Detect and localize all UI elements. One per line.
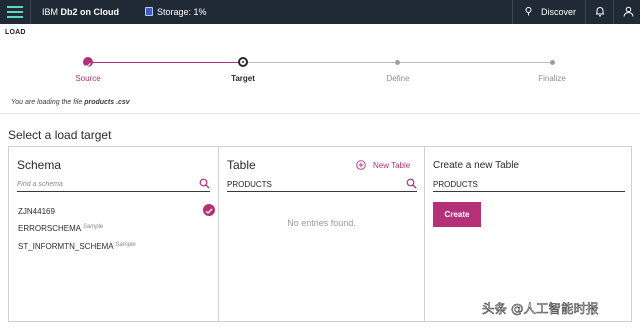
loading-filename: products .csv <box>84 99 130 106</box>
plus-circle-icon <box>356 160 366 170</box>
bell-icon[interactable] <box>595 6 605 17</box>
divider <box>0 113 640 114</box>
hamburger-menu-icon[interactable] <box>6 3 24 21</box>
schema-item-name: ERRORSCHEMA <box>18 224 81 233</box>
table-name-field <box>433 178 625 192</box>
table-search-input[interactable] <box>227 178 417 191</box>
product-name: IBM Db2 on Cloud <box>42 7 119 17</box>
topbar-divider <box>512 0 513 24</box>
storage-icon <box>145 7 153 16</box>
step-finalize-pending-icon <box>550 60 555 65</box>
step-define-pending-icon <box>395 60 400 65</box>
table-name-input[interactable] <box>433 178 625 191</box>
step-source-label: Source <box>75 74 101 83</box>
schema-item-st-informtn-schema[interactable]: ST_INFORMTN_SCHEMA Sample <box>18 242 136 251</box>
new-table-label: New Table <box>373 161 411 170</box>
watermark: 头条 @人工智能时报 <box>482 301 599 317</box>
step-target-current-icon <box>238 57 248 67</box>
create-table-panel: Create a new Table Create <box>424 147 631 321</box>
table-search-field <box>227 178 417 192</box>
topbar-divider <box>613 0 614 24</box>
search-icon[interactable] <box>199 178 210 189</box>
product-title: Db2 on Cloud <box>60 7 120 17</box>
schema-panel: Schema ZJN44169 ERRORSCHEMA Sample ST_IN… <box>9 147 218 321</box>
schema-search-input[interactable] <box>17 178 210 191</box>
selected-check-icon <box>203 204 215 216</box>
step-define-label: Define <box>386 74 410 83</box>
load-target-panels: Schema ZJN44169 ERRORSCHEMA Sample ST_IN… <box>8 146 632 322</box>
schema-item-errorschema[interactable]: ERRORSCHEMA Sample <box>18 224 103 233</box>
user-icon[interactable] <box>623 6 634 17</box>
product-prefix: IBM <box>42 7 59 17</box>
create-table-title: Create a new Table <box>433 160 519 171</box>
discover-label: Discover <box>541 7 577 17</box>
search-icon[interactable] <box>406 178 417 189</box>
step-connector-complete <box>88 62 243 63</box>
step-source-complete-icon <box>83 57 93 68</box>
schema-item-name: ST_INFORMTN_SCHEMA <box>18 242 114 251</box>
loading-note-prefix: You are loading the file <box>11 99 83 106</box>
step-finalize-label: Finalize <box>538 74 566 83</box>
top-bar: IBM Db2 on Cloud Storage: 1% Discover <box>0 0 640 24</box>
topbar-divider <box>585 0 586 24</box>
lightbulb-icon <box>525 7 532 16</box>
sample-tag: Sample <box>82 224 104 230</box>
topbar-divider <box>30 0 31 24</box>
schema-search-field <box>17 178 210 192</box>
storage-label: Storage: 1% <box>157 7 207 17</box>
schema-title: Schema <box>17 158 62 172</box>
watermark-text: 头条 @人工智能时报 <box>482 301 599 316</box>
schema-item-name: ZJN44169 <box>18 207 55 216</box>
sample-tag: Sample <box>115 242 136 248</box>
table-title: Table <box>227 158 256 172</box>
section-title: Select a load target <box>8 128 112 142</box>
table-panel: Table New Table No entries found. <box>218 147 424 321</box>
page-title: LOAD <box>5 29 26 36</box>
schema-item-zjn44169[interactable]: ZJN44169 <box>18 207 55 216</box>
step-target-label: Target <box>231 74 255 83</box>
progress-stepper: Source Target Define Finalize <box>0 52 640 92</box>
create-button[interactable]: Create <box>433 202 481 227</box>
empty-message: No entries found. <box>287 218 356 228</box>
loading-file-note: You are loading the file products .csv <box>11 99 130 106</box>
